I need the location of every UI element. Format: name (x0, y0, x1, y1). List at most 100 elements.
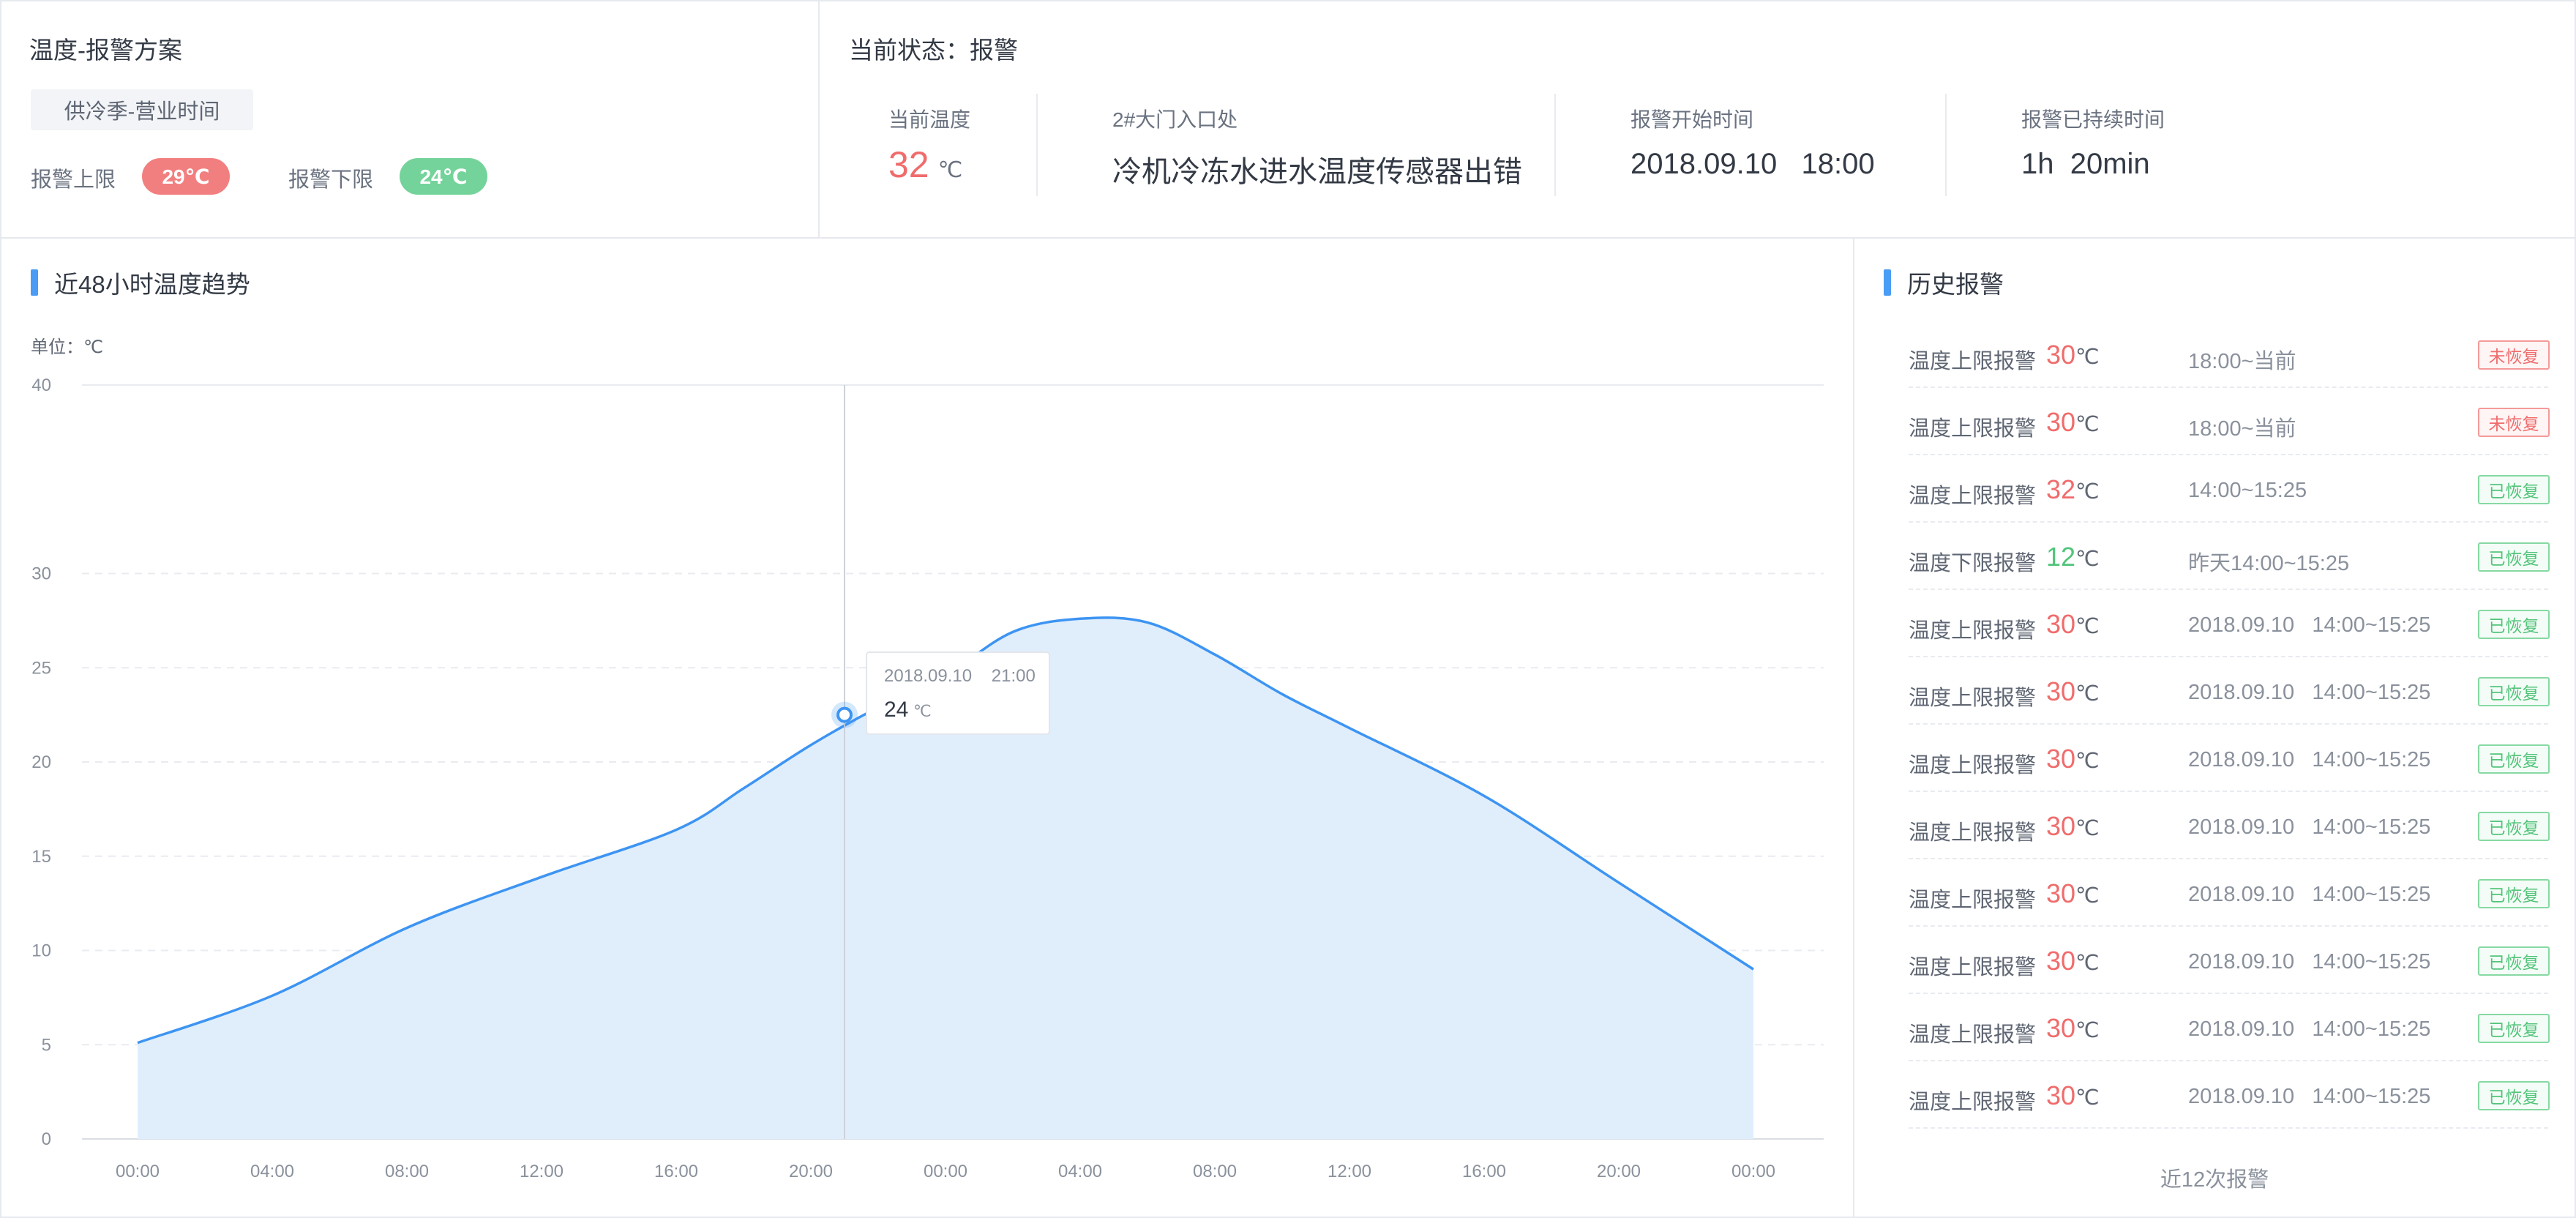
resolved-badge: 已恢复 (2478, 677, 2550, 706)
alarm-duration-value: 1h 20min (2021, 148, 2150, 180)
alarm-temperature: 30℃ (2046, 340, 2100, 370)
alarm-type: 温度上限报警 (1909, 1091, 2037, 1114)
upper-limit-label: 报警上限 (31, 168, 116, 192)
y-tick-label: 25 (31, 658, 51, 678)
alarm-temperature-number: 30 (2046, 609, 2076, 639)
alarm-temperature-unit: ℃ (2075, 615, 2100, 638)
alarm-type: 温度上限报警 (1909, 1023, 2037, 1047)
alarm-temperature-number: 30 (2046, 811, 2076, 841)
temperature-chart[interactable]: 0 5 10 15 20 25 30 40 00:00 04:00 08:00 12:00 16:00 2… (1, 239, 1853, 1217)
current-temp-label: 当前温度 (888, 108, 971, 131)
history-alarm-row[interactable]: 温度上限报警 32℃ 14:00~15:25 已恢复 (1909, 455, 2550, 523)
current-temp-number: 32 (888, 144, 929, 185)
location-label: 2#大门入口处 (1112, 108, 1238, 131)
alarm-type: 温度上限报警 (1909, 350, 2037, 373)
resolved-badge: 已恢复 (2478, 610, 2550, 639)
history-alarm-row[interactable]: 温度上限报警 30℃ 2018.09.10 14:00~15:25 已恢复 (1909, 590, 2550, 657)
resolved-badge: 已恢复 (2478, 1014, 2550, 1043)
lower-limit-badge: 24℃ (400, 158, 487, 195)
x-tick-label: 04:00 (1058, 1162, 1102, 1181)
x-tick-label: 00:00 (116, 1162, 160, 1181)
alarm-plan-panel: 温度-报警方案 供冷季-营业时间 报警上限 29℃ 报警下限 24℃ (0, 0, 820, 239)
resolved-badge: 已恢复 (2478, 946, 2550, 976)
alarm-temperature: 32℃ (2046, 474, 2100, 505)
alarm-temperature: 30℃ (2046, 1080, 2100, 1111)
history-alarm-row[interactable]: 温度上限报警 30℃ 2018.09.10 14:00~15:25 已恢复 (1909, 657, 2550, 725)
x-tick-label: 08:00 (1193, 1162, 1237, 1181)
alarm-time-range: 2018.09.10 14:00~15:25 (2188, 950, 2431, 974)
alarm-type: 温度上限报警 (1909, 687, 2037, 710)
y-tick-label: 20 (31, 752, 51, 772)
history-alarm-panel: 历史报警 温度上限报警 30℃ 18:00~当前 未恢复 温度上限报警 30℃ 18:00~… (1853, 237, 2576, 1218)
chart-tooltip (866, 651, 1050, 735)
history-alarm-row[interactable]: 温度上限报警 30℃ 2018.09.10 14:00~15:25 已恢复 (1909, 792, 2550, 859)
alarm-temperature-unit: ℃ (2075, 1086, 2100, 1110)
y-tick-label: 30 (31, 564, 51, 584)
temperature-trend-panel: 近48小时温度趋势 单位：℃ 0 5 10 15 20 25 30 40 00:00 04:00 0… (0, 237, 1854, 1218)
alarm-temperature-number: 30 (2046, 946, 2076, 976)
alarm-temperature-unit: ℃ (2075, 750, 2100, 773)
alarm-type: 温度上限报警 (1909, 485, 2037, 508)
tooltip-time: 2018.09.10 21:00 (884, 666, 1036, 686)
alarm-temperature-unit: ℃ (2075, 952, 2100, 975)
tooltip-unit: ℃ (913, 702, 932, 720)
alarm-time-range: 2018.09.10 14:00~15:25 (2188, 883, 2431, 906)
alarm-temperature-number: 30 (2046, 676, 2076, 706)
history-alarm-row[interactable]: 温度上限报警 30℃ 2018.09.10 14:00~15:25 已恢复 (1909, 927, 2550, 994)
alarm-temperature-number: 12 (2046, 542, 2076, 572)
alarm-temperature: 30℃ (2046, 878, 2100, 909)
history-alarm-row[interactable]: 温度上限报警 30℃ 18:00~当前 未恢复 (1909, 321, 2550, 388)
alarm-temperature-number: 32 (2046, 474, 2076, 504)
alarm-temperature: 12℃ (2046, 542, 2100, 572)
hover-point (836, 706, 853, 723)
alarm-temperature-unit: ℃ (2075, 548, 2100, 571)
history-alarm-row[interactable]: 温度下限报警 12℃ 昨天14:00~15:25 已恢复 (1909, 523, 2550, 590)
alarm-temperature-number: 30 (2046, 407, 2076, 437)
alarm-temperature: 30℃ (2046, 1013, 2100, 1044)
alarm-duration-label: 报警已持续时间 (2021, 108, 2165, 131)
history-alarm-row[interactable]: 温度上限报警 30℃ 2018.09.10 14:00~15:25 已恢复 (1909, 1061, 2550, 1129)
alarm-temperature-unit: ℃ (2075, 413, 2100, 436)
current-temp-unit: ℃ (937, 158, 963, 182)
x-tick-label: 00:00 (1731, 1162, 1775, 1181)
history-alarm-row[interactable]: 温度上限报警 30℃ 18:00~当前 未恢复 (1909, 388, 2550, 455)
divider (1945, 94, 1947, 196)
x-tick-label: 20:00 (1597, 1162, 1641, 1181)
alarm-temperature: 30℃ (2046, 609, 2100, 640)
resolved-badge: 已恢复 (2478, 1081, 2550, 1110)
upper-limit-badge: 29℃ (142, 158, 230, 195)
history-alarm-row[interactable]: 温度上限报警 30℃ 2018.09.10 14:00~15:25 已恢复 (1909, 859, 2550, 927)
plan-schedule-chip[interactable]: 供冷季-营业时间 (31, 89, 253, 130)
alarm-temperature-number: 30 (2046, 744, 2076, 774)
alarm-time-range: 2018.09.10 14:00~15:25 (2188, 748, 2431, 771)
y-tick-label: 40 (31, 376, 51, 395)
resolved-badge: 已恢复 (2478, 744, 2550, 774)
alarm-type: 温度上限报警 (1909, 821, 2037, 845)
history-footer-link[interactable]: 近12次报警 (1854, 1162, 2575, 1193)
alarm-temperature-unit: ℃ (2075, 682, 2100, 706)
divider (1554, 94, 1556, 196)
current-temp-value: 32 ℃ (888, 143, 962, 186)
location-value: 冷机冷冻水进水温度传感器出错 (1112, 156, 1522, 188)
status-title: 当前状态：报警 (849, 37, 1018, 64)
history-alarm-row[interactable]: 温度上限报警 30℃ 2018.09.10 14:00~15:25 已恢复 (1909, 994, 2550, 1061)
alarm-start-value: 2018.09.10 18:00 (1630, 148, 1875, 180)
alarm-type: 温度下限报警 (1909, 552, 2037, 575)
alarm-temperature-unit: ℃ (2075, 884, 2100, 908)
divider (1036, 94, 1038, 196)
alarm-temperature-unit: ℃ (2075, 480, 2100, 504)
alarm-temperature-number: 30 (2046, 1080, 2076, 1110)
resolved-badge: 已恢复 (2478, 475, 2550, 504)
resolved-badge: 已恢复 (2478, 542, 2550, 572)
x-tick-label: 08:00 (385, 1162, 429, 1181)
history-alarm-row[interactable]: 温度上限报警 30℃ 2018.09.10 14:00~15:25 已恢复 (1909, 725, 2550, 792)
y-tick-label: 15 (31, 847, 51, 867)
alarm-temperature-number: 30 (2046, 878, 2076, 908)
alarm-type: 温度上限报警 (1909, 754, 2037, 777)
alarm-time-range: 18:00~当前 (2188, 350, 2296, 373)
alarm-time-range: 2018.09.10 14:00~15:25 (2188, 613, 2431, 637)
plan-title: 温度-报警方案 (29, 37, 182, 64)
x-tick-label: 16:00 (654, 1162, 698, 1181)
alarm-type: 温度上限报警 (1909, 889, 2037, 912)
resolved-badge: 已恢复 (2478, 812, 2550, 841)
